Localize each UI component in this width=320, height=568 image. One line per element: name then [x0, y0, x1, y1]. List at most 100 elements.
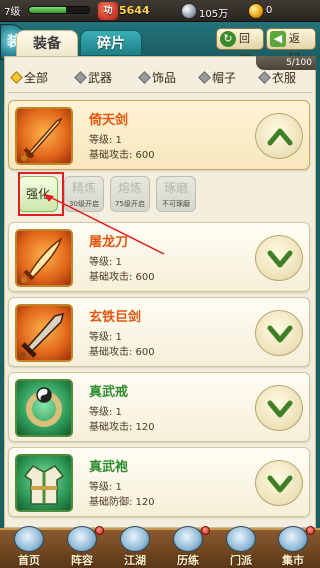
filter-hat[interactable]: 帽子 — [198, 68, 236, 88]
item-stat: 基础攻击: 600 — [89, 272, 155, 283]
power-icon: 功 — [98, 2, 118, 20]
item-level: 等级: 1 — [89, 257, 122, 268]
nav-label: 阵容 — [71, 554, 93, 567]
lineup-icon — [67, 526, 97, 552]
expand-button[interactable] — [255, 460, 303, 506]
filter-accessory[interactable]: 饰品 — [138, 68, 176, 88]
notification-dot-icon — [95, 526, 104, 535]
notification-dot-icon — [201, 526, 210, 535]
ring-icon — [15, 379, 73, 437]
action-label: 强化 — [25, 187, 50, 201]
nav-label: 历练 — [177, 554, 199, 567]
chevron-up-icon — [267, 128, 293, 146]
item-stat: 基础攻击: 120 — [89, 422, 155, 433]
action-sub: 不可琢磨 — [162, 200, 190, 208]
exp-fill — [29, 7, 67, 13]
chevron-down-icon — [267, 475, 293, 493]
item-level: 等级: 1 — [89, 407, 122, 418]
nav-sect[interactable]: 门派 — [216, 524, 266, 568]
chevron-down-icon — [267, 250, 293, 268]
item-name: 玄铁巨剑 — [89, 310, 142, 325]
filter-row: 全部 武器 饰品 帽子 衣服 — [10, 68, 310, 88]
expand-button[interactable] — [255, 385, 303, 431]
diamond-radio-icon — [198, 71, 211, 84]
item-card[interactable]: 倚天剑 等级: 1 基础攻击: 600 — [8, 100, 310, 170]
gold-ingot-icon[interactable] — [248, 3, 264, 19]
filter-label: 武器 — [88, 71, 113, 85]
action-label: 精炼 — [71, 181, 96, 195]
action-sub: 75级开启 — [115, 200, 145, 208]
robe-icon — [15, 454, 73, 512]
nav-market[interactable]: 集市 — [268, 524, 318, 568]
filter-all[interactable]: 全部 — [10, 68, 48, 88]
expand-button[interactable] — [255, 310, 303, 356]
filter-label: 全部 — [24, 71, 49, 85]
divider — [8, 92, 312, 93]
diamond-radio-icon — [10, 71, 23, 84]
item-level: 等级: 1 — [89, 332, 122, 343]
back-arrow-icon: ◀ — [270, 31, 286, 47]
diamond-radio-icon — [258, 71, 271, 84]
player-level: 7级 — [4, 7, 21, 18]
diamond-radio-icon — [138, 71, 151, 84]
training-icon — [173, 526, 203, 552]
status-bar: 7级 功 5644 105万 0 — [0, 0, 320, 22]
home-icon — [14, 526, 44, 552]
back-button[interactable]: ◀ 返回 — [266, 28, 316, 65]
nav-label: 江湖 — [124, 554, 146, 567]
nav-label: 首页 — [18, 554, 40, 567]
item-stat: 基础攻击: 600 — [89, 347, 155, 358]
recycle-button[interactable]: ↻ 回收 — [216, 28, 264, 65]
item-card[interactable]: 真武袍 等级: 1 基础防御: 120 — [8, 447, 310, 517]
expand-button[interactable] — [255, 235, 303, 281]
polish-button[interactable]: 琢磨 不可琢磨 — [156, 176, 196, 212]
nav-home[interactable]: 首页 — [4, 524, 54, 568]
nav-label: 集市 — [282, 554, 304, 567]
collapse-button[interactable] — [255, 113, 303, 159]
recycle-icon: ↻ — [220, 31, 236, 47]
diamond-radio-icon — [74, 71, 87, 84]
silver-value: 105万 — [199, 9, 229, 20]
enhance-button[interactable]: 强化 — [18, 176, 58, 212]
action-label: 熔炼 — [117, 181, 142, 195]
item-level: 等级: 1 — [89, 135, 122, 146]
tab-fragments[interactable]: 碎片 — [80, 30, 142, 56]
action-sub: 30级开启 — [69, 200, 99, 208]
action-label: 琢磨 — [163, 181, 188, 195]
tab-equipment[interactable]: 装备 — [16, 30, 78, 56]
nav-lineup[interactable]: 阵容 — [57, 524, 107, 568]
item-stat: 基础防御: 120 — [89, 497, 155, 508]
greatsword-icon — [15, 304, 73, 362]
item-stat: 基础攻击: 600 — [89, 150, 155, 161]
saber-icon — [15, 229, 73, 287]
filter-label: 帽子 — [212, 71, 237, 85]
item-name: 真武袍 — [89, 460, 129, 475]
item-card[interactable]: 屠龙刀 等级: 1 基础攻击: 600 — [8, 222, 310, 292]
item-name: 真武戒 — [89, 385, 129, 400]
chevron-down-icon — [267, 325, 293, 343]
gold-value: 0 — [266, 5, 273, 16]
jianghu-icon — [120, 526, 150, 552]
refine-button[interactable]: 精炼 30级开启 — [64, 176, 104, 212]
sword-icon — [15, 107, 73, 165]
item-name: 倚天剑 — [89, 113, 129, 128]
nav-jianghu[interactable]: 江湖 — [110, 524, 160, 568]
nav-training[interactable]: 历练 — [163, 524, 213, 568]
sect-icon — [226, 526, 256, 552]
nav-label: 门派 — [230, 554, 252, 567]
exp-bar — [28, 6, 90, 14]
action-row: 强化 精炼 30级开启 熔炼 75级开启 琢磨 不可琢磨 — [8, 176, 308, 212]
market-icon — [278, 526, 308, 552]
filter-clothes[interactable]: 衣服 — [258, 68, 296, 88]
notification-dot-icon — [306, 526, 315, 535]
item-level: 等级: 1 — [89, 482, 122, 493]
item-card[interactable]: 真武戒 等级: 1 基础攻击: 120 — [8, 372, 310, 442]
item-card[interactable]: 玄铁巨剑 等级: 1 基础攻击: 600 — [8, 297, 310, 367]
item-name: 屠龙刀 — [89, 235, 129, 250]
filter-label: 饰品 — [152, 71, 177, 85]
power-value: 5644 — [119, 4, 150, 17]
filter-weapon[interactable]: 武器 — [74, 68, 112, 88]
chevron-down-icon — [267, 400, 293, 418]
smelt-button[interactable]: 熔炼 75级开启 — [110, 176, 150, 212]
filter-label: 衣服 — [272, 71, 297, 85]
